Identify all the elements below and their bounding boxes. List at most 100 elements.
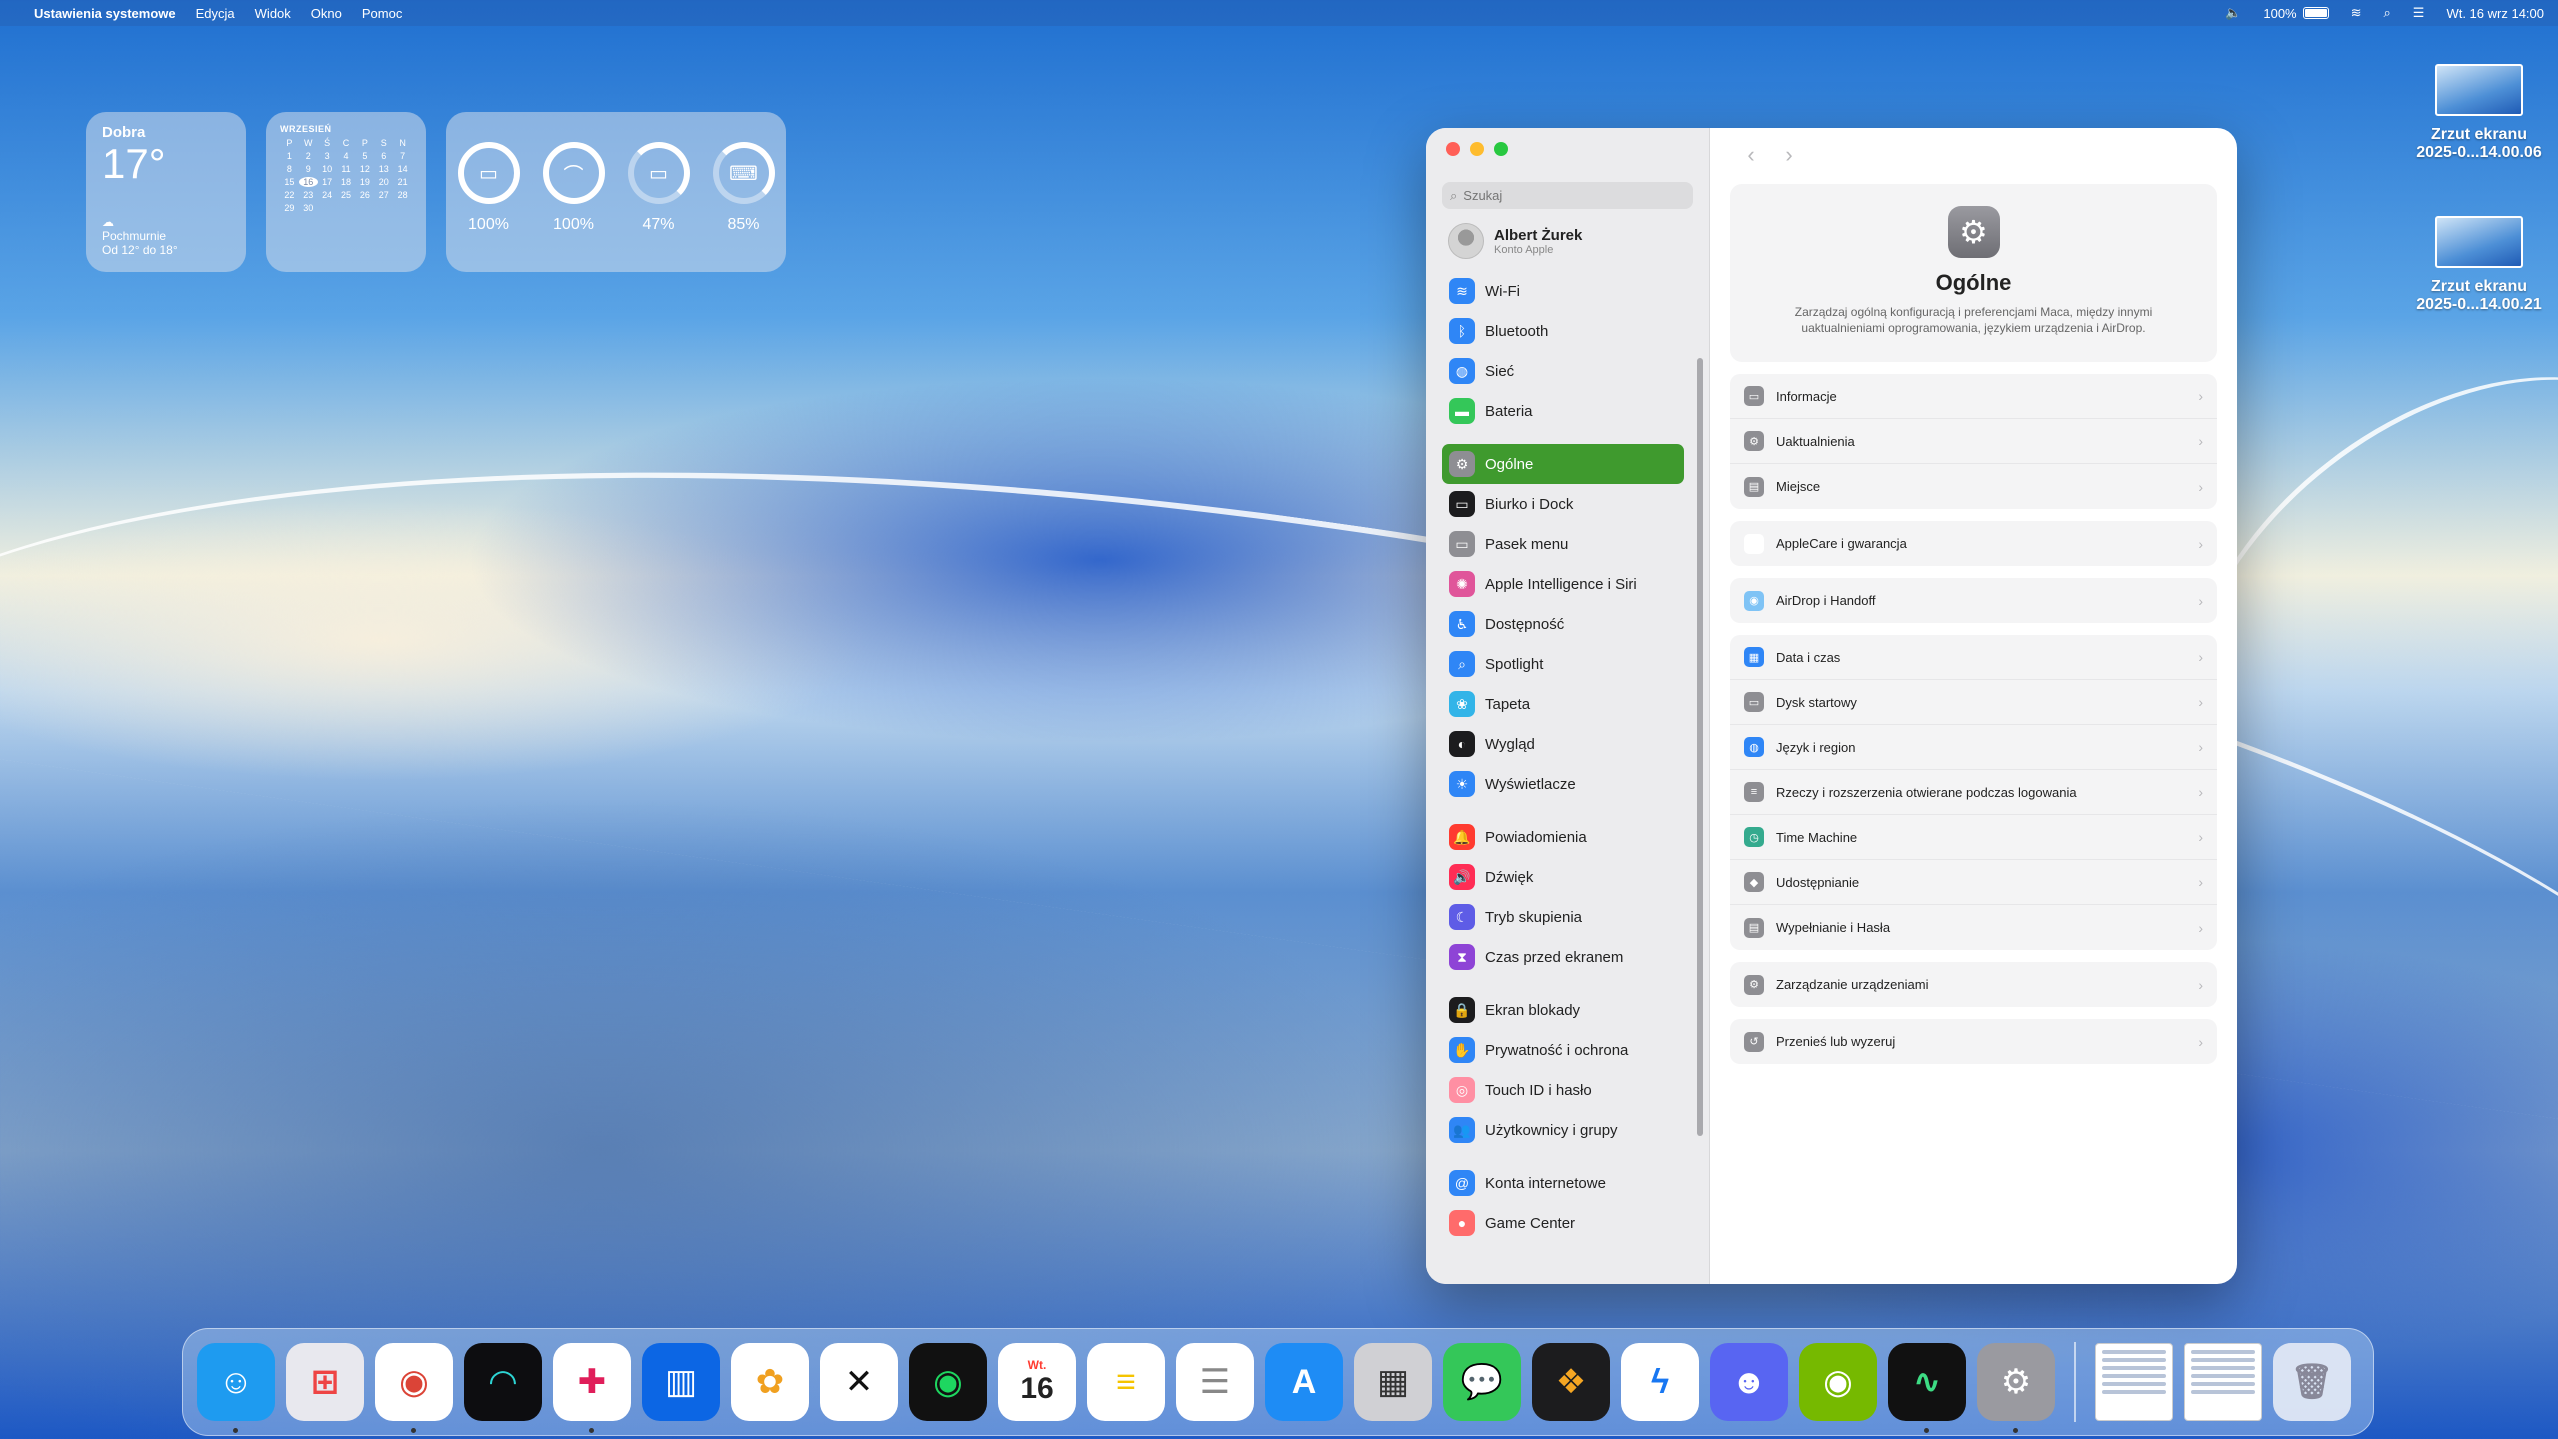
sidebar-item-powiadomienia[interactable]: 🔔 Powiadomienia: [1442, 817, 1684, 857]
sidebar-item-label: Czas przed ekranem: [1485, 948, 1624, 966]
search-input[interactable]: [1463, 188, 1664, 203]
clock[interactable]: Wt. 16 wrz 14:00: [2446, 6, 2544, 21]
sidebar-item-czas-przed-ekranem[interactable]: ⧗ Czas przed ekranem: [1442, 937, 1684, 977]
desktop-file-screenshot-2[interactable]: Zrzut ekranu 2025-0...14.00.21: [2404, 216, 2554, 314]
settings-row-dysk-startowy[interactable]: ▭ Dysk startowy ›: [1730, 680, 2217, 725]
sidebar-nav: ≋ Wi-Fi ᛒ Bluetooth ◍ Sieć ▬ Bateria ⚙ Ogólne ▭ Biu…: [1442, 271, 1684, 1243]
sidebar-item-game-center[interactable]: ● Game Center: [1442, 1203, 1684, 1243]
calendar-day: 22: [284, 190, 295, 200]
sidebar-scrollbar[interactable]: [1697, 358, 1703, 1136]
settings-row-time-machine[interactable]: ◷ Time Machine ›: [1730, 815, 2217, 860]
search-icon: ⌕: [1450, 187, 1458, 203]
recent-document-thumbnail[interactable]: [2095, 1343, 2173, 1421]
settings-row-przenieś-lub-wyzeruj[interactable]: ↺ Przenieś lub wyzeruj ›: [1730, 1019, 2217, 1064]
settings-app-icon[interactable]: ⚙: [1977, 1343, 2055, 1433]
trello-icon[interactable]: ▥: [642, 1343, 720, 1421]
notes-icon[interactable]: ≡: [1087, 1343, 1165, 1421]
settings-row-wypełnianie-i-hasła[interactable]: ▤ Wypełnianie i Hasła ›: [1730, 905, 2217, 950]
trash-icon[interactable]: 🗑: [2273, 1343, 2351, 1421]
weather-widget[interactable]: Dobra 17° ☁ Pochmurnie Od 12° do 18°: [86, 112, 246, 272]
figma-icon[interactable]: ❖: [1532, 1343, 1610, 1421]
back-arrow-icon[interactable]: ‹: [1736, 140, 1766, 170]
sidebar-item-dźwięk[interactable]: 🔊 Dźwięk: [1442, 857, 1684, 897]
running-indicator: [411, 1428, 416, 1433]
search-field[interactable]: ⌕: [1442, 182, 1693, 209]
control-center-icon[interactable]: ☰: [2413, 5, 2425, 21]
sidebar-item-wi-fi[interactable]: ≋ Wi-Fi: [1442, 271, 1684, 311]
settings-row-zarządzanie-urządzeniami[interactable]: ⚙ Zarządzanie urządzeniami ›: [1730, 962, 2217, 1007]
sidebar-item-touch-id-i-hasło[interactable]: ◎ Touch ID i hasło: [1442, 1070, 1684, 1110]
wifi-status-icon[interactable]: ≋: [2351, 5, 2362, 21]
forward-arrow-icon[interactable]: ›: [1774, 140, 1804, 170]
settings-row-airdrop-i-handoff[interactable]: ◉ AirDrop i Handoff ›: [1730, 578, 2217, 623]
shazam-icon[interactable]: ◠: [464, 1343, 542, 1421]
messenger-icon[interactable]: ϟ: [1621, 1343, 1699, 1421]
sidebar-item-sieć[interactable]: ◍ Sieć: [1442, 351, 1684, 391]
account-row[interactable]: Albert Żurek Konto Apple: [1442, 223, 1693, 259]
sidebar-item-tapeta[interactable]: ❀ Tapeta: [1442, 684, 1684, 724]
activity-monitor-icon[interactable]: ∿: [1888, 1343, 1966, 1433]
batteries-widget[interactable]: ▭ 100% ⌒ 100% ▭ 47% ⌨ 85%: [446, 112, 786, 272]
dock-separator: [2074, 1342, 2076, 1422]
battery-status[interactable]: 100%: [2263, 6, 2329, 21]
sidebar-item-biurko-i-dock[interactable]: ▭ Biurko i Dock: [1442, 484, 1684, 524]
close-button[interactable]: [1446, 142, 1460, 156]
desktop-file-screenshot-1[interactable]: Zrzut ekranu 2025-0...14.00.06: [2404, 64, 2554, 162]
nvidia-icon[interactable]: ◉: [1799, 1343, 1877, 1421]
discord-icon[interactable]: ☻: [1710, 1343, 1788, 1421]
calendar-widget[interactable]: WRZESIEŃ P W Ś C P S N 1 2 3 4 5 6 7 8 9 10 11 12 13 14 15 16 1…: [266, 112, 426, 272]
settings-row-applecare-i-gwarancja[interactable]: AppleCare i gwarancja ›: [1730, 521, 2217, 566]
text-line: [2191, 1366, 2255, 1370]
volume-icon[interactable]: 🔈: [2225, 5, 2241, 21]
settings-row-miejsce[interactable]: ▤ Miejsce ›: [1730, 464, 2217, 509]
menu-app-name[interactable]: Ustawienia systemowe: [34, 6, 176, 21]
calendar-day: 8: [286, 164, 292, 174]
launchpad-icon[interactable]: ⊞: [286, 1343, 364, 1421]
wifi-icon: ≋: [1449, 278, 1475, 304]
menu-widok[interactable]: Widok: [255, 6, 291, 21]
calendar-app-icon[interactable]: Wt. 16: [998, 1343, 1076, 1421]
sidebar-item-wygląd[interactable]: ◐ Wygląd: [1442, 724, 1684, 764]
chrome-icon[interactable]: ◉: [375, 1343, 453, 1433]
sidebar-item-wyświetlacze[interactable]: ☀ Wyświetlacze: [1442, 764, 1684, 804]
finder-icon[interactable]: ☺: [197, 1343, 275, 1433]
menu-edycja[interactable]: Edycja: [196, 6, 235, 21]
sidebar-item-spotlight[interactable]: ⌕ Spotlight: [1442, 644, 1684, 684]
slack-icon[interactable]: ✚: [553, 1343, 631, 1433]
menu-okno[interactable]: Okno: [311, 6, 342, 21]
settings-row-uaktualnienia[interactable]: ⚙ Uaktualnienia ›: [1730, 419, 2217, 464]
calendar-day: 9: [305, 164, 311, 174]
capcut-icon[interactable]: ✕: [820, 1343, 898, 1421]
messages-icon[interactable]: 💬: [1443, 1343, 1521, 1421]
spotify-icon[interactable]: ◉: [909, 1343, 987, 1421]
menu-pomoc[interactable]: Pomoc: [362, 6, 402, 21]
settings-row-data-i-czas[interactable]: ▦ Data i czas ›: [1730, 635, 2217, 680]
sidebar-item-ogólne[interactable]: ⚙ Ogólne: [1442, 444, 1684, 484]
settings-row-rzeczy-i-rozszerzenia-otwierane-podczas-logowania[interactable]: ≡ Rzeczy i rozszerzenia otwierane podczas…: [1730, 770, 2217, 815]
recent-document-thumbnail[interactable]: [2184, 1343, 2262, 1421]
airpods-icon: ⌒: [542, 142, 605, 204]
sidebar-item-pasek-menu[interactable]: ▭ Pasek menu: [1442, 524, 1684, 564]
sidebar-item-apple-intelligence-i-siri[interactable]: ✺ Apple Intelligence i Siri: [1442, 564, 1684, 604]
zoom-button[interactable]: [1494, 142, 1508, 156]
minimize-button[interactable]: [1470, 142, 1484, 156]
sidebar-item-bateria[interactable]: ▬ Bateria: [1442, 391, 1684, 431]
sidebar-item-ekran-blokady[interactable]: 🔒 Ekran blokady: [1442, 990, 1684, 1030]
photos-icon[interactable]: ✿: [731, 1343, 809, 1421]
dock-icon: ▭: [1449, 491, 1475, 517]
reminders-icon[interactable]: ☰: [1176, 1343, 1254, 1421]
calculator-icon[interactable]: ▦: [1354, 1343, 1432, 1421]
running-indicator: [1924, 1428, 1929, 1433]
sidebar-item-bluetooth[interactable]: ᛒ Bluetooth: [1442, 311, 1684, 351]
sidebar-item-użytkownicy-i-grupy[interactable]: 👥 Użytkownicy i grupy: [1442, 1110, 1684, 1150]
sidebar-item-prywatność-i-ochrona[interactable]: ✋ Prywatność i ochrona: [1442, 1030, 1684, 1070]
settings-row-udostępnianie[interactable]: ◆ Udostępnianie ›: [1730, 860, 2217, 905]
appstore-icon[interactable]: A: [1265, 1343, 1343, 1421]
settings-row-label: Przenieś lub wyzeruj: [1776, 1034, 1896, 1049]
sidebar-item-tryb-skupienia[interactable]: ☾ Tryb skupienia: [1442, 897, 1684, 937]
settings-row-język-i-region[interactable]: ◍ Język i region ›: [1730, 725, 2217, 770]
settings-row-informacje[interactable]: ▭ Informacje ›: [1730, 374, 2217, 419]
sidebar-item-konta-internetowe[interactable]: @ Konta internetowe: [1442, 1163, 1684, 1203]
spotlight-search-icon[interactable]: ⌕: [2384, 5, 2391, 21]
sidebar-item-dostępność[interactable]: ♿ Dostępność: [1442, 604, 1684, 644]
